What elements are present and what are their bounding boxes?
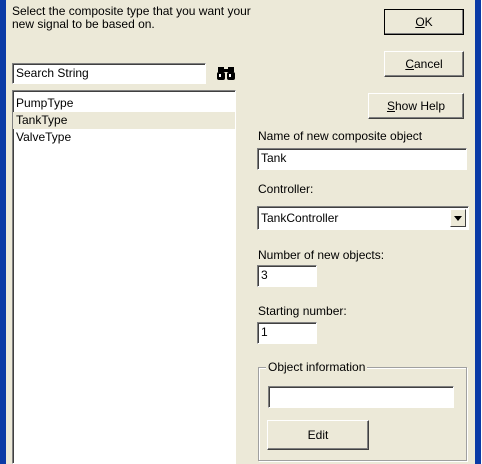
show-help-button[interactable]: Show Help: [368, 93, 464, 119]
object-information-title: Object information: [266, 360, 368, 374]
composite-type-dialog: Select the composite type that you want …: [6, 0, 475, 464]
name-label: Name of new composite object: [258, 129, 423, 143]
ok-accelerator: O: [415, 15, 425, 29]
help-accelerator: S: [386, 99, 395, 113]
name-field[interactable]: Tank: [257, 148, 467, 170]
count-field[interactable]: 3: [257, 265, 317, 287]
cancel-label-rest: ancel: [413, 57, 443, 71]
ok-button[interactable]: OK: [384, 9, 464, 35]
ok-label-rest: K: [424, 15, 433, 29]
help-label-rest: how Help: [394, 99, 446, 113]
chevron-down-icon[interactable]: [450, 209, 466, 227]
cancel-button[interactable]: Cancel: [384, 51, 464, 77]
controller-label: Controller:: [258, 182, 314, 196]
object-information-field[interactable]: [268, 386, 454, 408]
composite-type-list[interactable]: PumpType TankType ValveType: [12, 90, 236, 464]
count-label: Number of new objects:: [258, 248, 385, 262]
cancel-accelerator: C: [405, 57, 414, 71]
list-item-pumptype[interactable]: PumpType: [13, 95, 235, 112]
binoculars-icon[interactable]: [216, 64, 236, 82]
controller-dropdown[interactable]: TankController: [257, 206, 469, 230]
start-field[interactable]: 1: [257, 322, 317, 344]
list-item-valvetype[interactable]: ValveType: [13, 129, 235, 146]
start-label: Starting number:: [258, 304, 347, 318]
list-item-tanktype[interactable]: TankType: [13, 112, 235, 129]
edit-button[interactable]: Edit: [267, 420, 369, 450]
controller-value: TankController: [261, 211, 339, 225]
search-input[interactable]: Search String: [12, 63, 206, 84]
instructions-text: Select the composite type that you want …: [12, 4, 251, 31]
window-frame-right: [475, 0, 481, 464]
